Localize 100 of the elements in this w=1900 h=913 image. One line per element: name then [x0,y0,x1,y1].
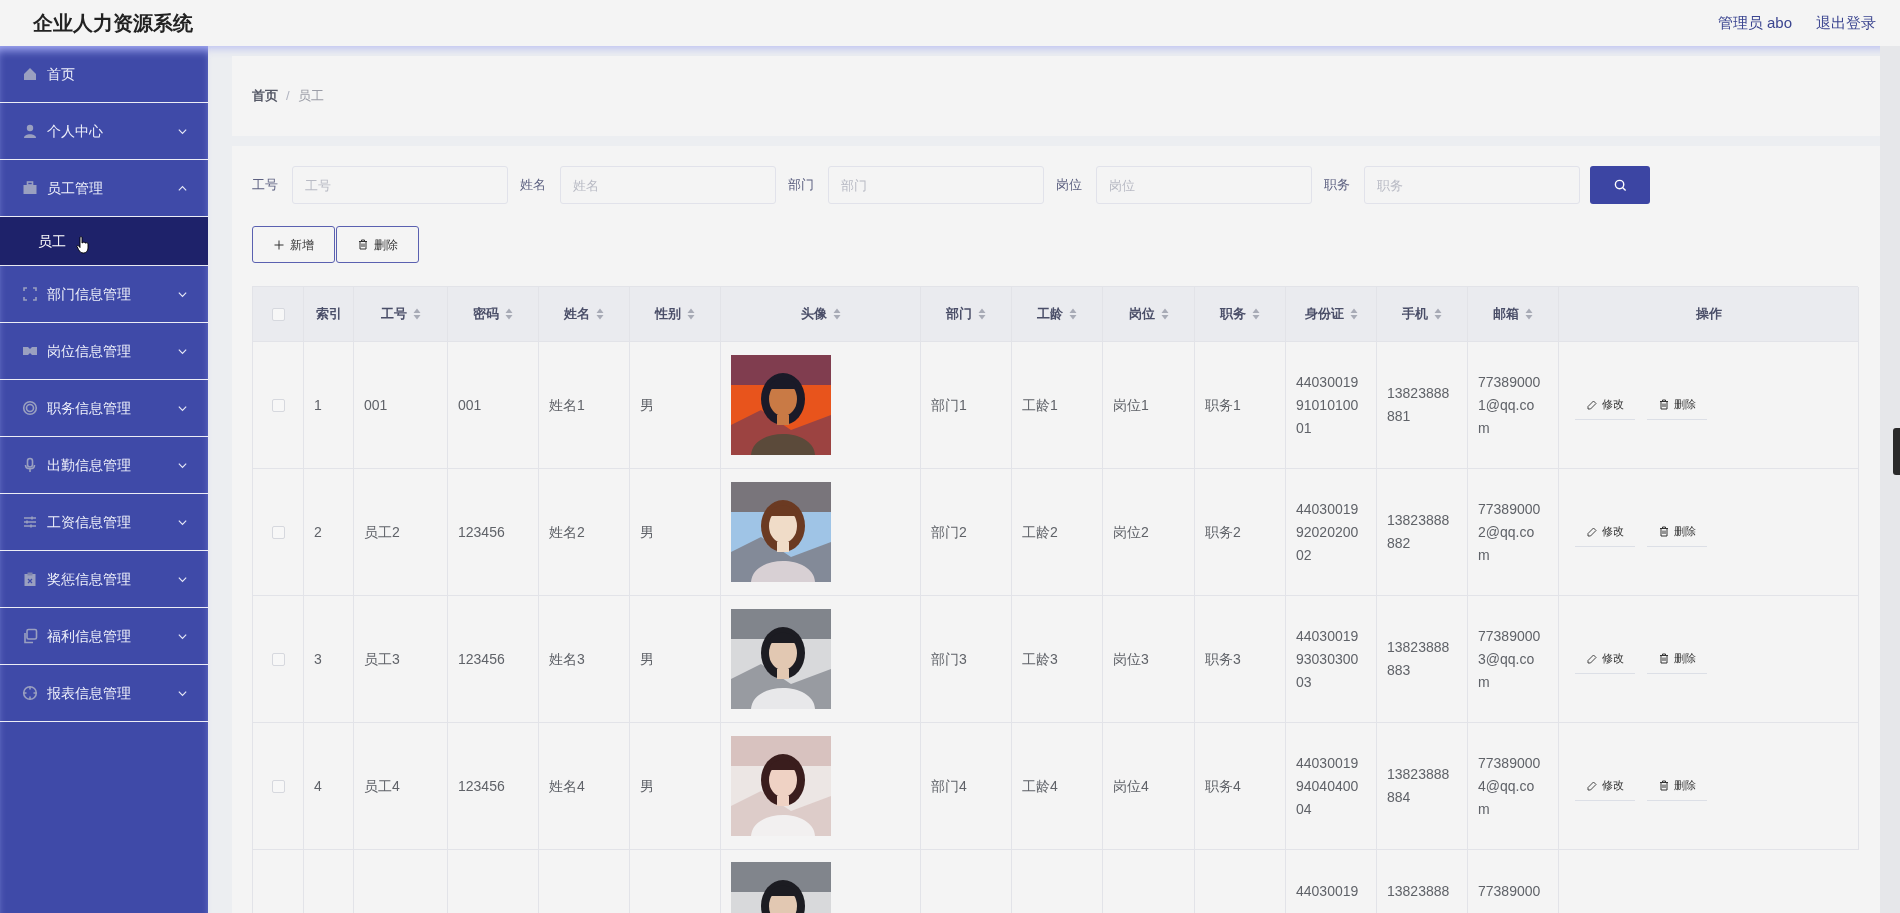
table-cell-text: 773890003@qq.com [1478,626,1542,692]
edit-button[interactable]: 修改 [1575,390,1635,420]
scrollbar-thumb[interactable] [1893,428,1900,475]
table-cell-text: 姓名4 [549,776,586,796]
table-cell-text: 1 [314,395,323,415]
column-header: 身份证 [1304,305,1344,324]
table-cell-text: 男 [640,649,655,669]
delete-button[interactable]: 删除 [1647,390,1707,420]
sort-icon[interactable] [1252,308,1260,320]
table-cell-text: 职务2 [1205,522,1242,542]
submenu-item[interactable]: 员工 [0,217,208,266]
filter-label: 岗位 [1056,176,1083,195]
filter-label: 职务 [1324,176,1351,195]
user-name: 管理员 abo [1717,12,1792,33]
add-button[interactable]: 新增 [252,226,335,263]
table-cell-text: 男 [640,776,655,796]
table-cell-text: 岗位1 [1113,395,1150,415]
sort-icon[interactable] [832,308,841,320]
table-cell-text: 姓名3 [549,649,586,669]
pencil-icon [1586,780,1597,791]
filter-field[interactable]: 职务 [1364,166,1580,204]
table-cell-text: 13823888884 [1387,765,1451,807]
delete-button[interactable]: 删除 [1647,771,1707,801]
table-cell-text: 3 [314,649,323,669]
table-cell-text: 440300199303030003 [1296,626,1360,692]
breadcrumb-item[interactable]: 首页 [252,86,278,106]
table-cell-text: 001 [458,395,483,415]
table-cell-text: 77389000 [1478,882,1542,901]
table-cell-text: 44030019 [1296,882,1360,901]
table-cell-text: 职务3 [1205,649,1242,669]
table-cell-text: 岗位2 [1113,522,1150,542]
table-cell-text: 部门1 [931,395,968,415]
column-header: 头像 [800,305,827,324]
search-icon [1613,178,1627,192]
user-icon [22,123,38,139]
edit-button[interactable]: 修改 [1575,771,1635,801]
table-cell-text: 员工4 [364,776,401,796]
column-header: 索引 [315,305,342,324]
briefcase-icon [22,180,38,196]
column-header: 性别 [655,305,681,324]
column-header: 密码 [473,305,499,324]
checkbox[interactable] [271,307,285,321]
table-cell-text: 001 [364,395,389,415]
table-cell-text: 13823888882 [1387,511,1451,553]
table-cell-text: 职务4 [1205,776,1242,796]
sort-icon[interactable] [1525,308,1533,320]
pencil-icon [1586,653,1597,664]
checkbox[interactable] [271,398,285,412]
table-cell-text: 岗位4 [1113,776,1150,796]
logout-link[interactable]: 退出登录 [1816,11,1876,35]
sort-icon[interactable] [1434,308,1442,320]
sort-icon[interactable] [505,308,513,320]
column-header: 岗位 [1128,305,1155,324]
trash-icon [1658,526,1669,537]
table-cell-text: 员工2 [364,522,401,542]
table-cell-text: 男 [640,522,655,542]
sort-icon[interactable] [687,308,695,320]
table-cell-text: 工龄4 [1022,776,1059,796]
search-button[interactable] [1590,166,1650,204]
home-icon [22,66,38,82]
sort-icon[interactable] [412,308,421,320]
filter-field[interactable]: 岗位 [1096,166,1312,204]
trash-icon [1658,780,1669,791]
sort-icon[interactable] [978,308,986,320]
filter-field[interactable]: 姓名 [560,166,776,204]
table-cell-text: 13823888 [1387,882,1451,901]
table-cell-text: 440300199404040004 [1296,753,1360,819]
pencil-icon [1586,526,1597,537]
edit-button[interactable]: 修改 [1575,517,1635,547]
table-cell-text: 123456 [458,649,506,669]
column-header: 邮箱 [1493,305,1519,324]
table-cell-text: 男 [640,395,655,415]
sort-icon[interactable] [1349,308,1358,320]
table-cell-text: 440300199101010001 [1296,372,1360,438]
column-header: 操作 [1695,305,1722,324]
table-cell-text: 13823888881 [1387,384,1451,426]
checkbox[interactable] [271,525,285,539]
filter-label: 部门 [788,176,815,195]
edit-button[interactable]: 修改 [1575,644,1635,674]
breadcrumb-separator: / [286,87,290,106]
hand-cursor-icon [76,236,90,254]
filter-field[interactable]: 工号 [292,166,508,204]
delete-button[interactable]: 删除 [1647,644,1707,674]
table-cell-text: 773890001@qq.com [1478,372,1542,438]
checkbox[interactable] [271,652,285,666]
sort-icon[interactable] [596,308,604,320]
sliders-icon [22,514,38,530]
sort-icon[interactable] [1160,308,1169,320]
table-cell-text: 440300199202020002 [1296,499,1360,565]
sort-icon[interactable] [1069,308,1077,320]
pencil-icon [1586,399,1597,410]
delete-button[interactable]: 删除 [336,226,419,263]
microphone-icon [22,457,38,473]
plus-icon [273,239,284,250]
column-header: 工龄 [1037,305,1063,324]
checkbox[interactable] [271,779,285,793]
table-cell-text: 工龄1 [1022,395,1059,415]
delete-button[interactable]: 删除 [1647,517,1707,547]
trash-icon [1658,653,1669,664]
trash-icon [1658,399,1669,410]
